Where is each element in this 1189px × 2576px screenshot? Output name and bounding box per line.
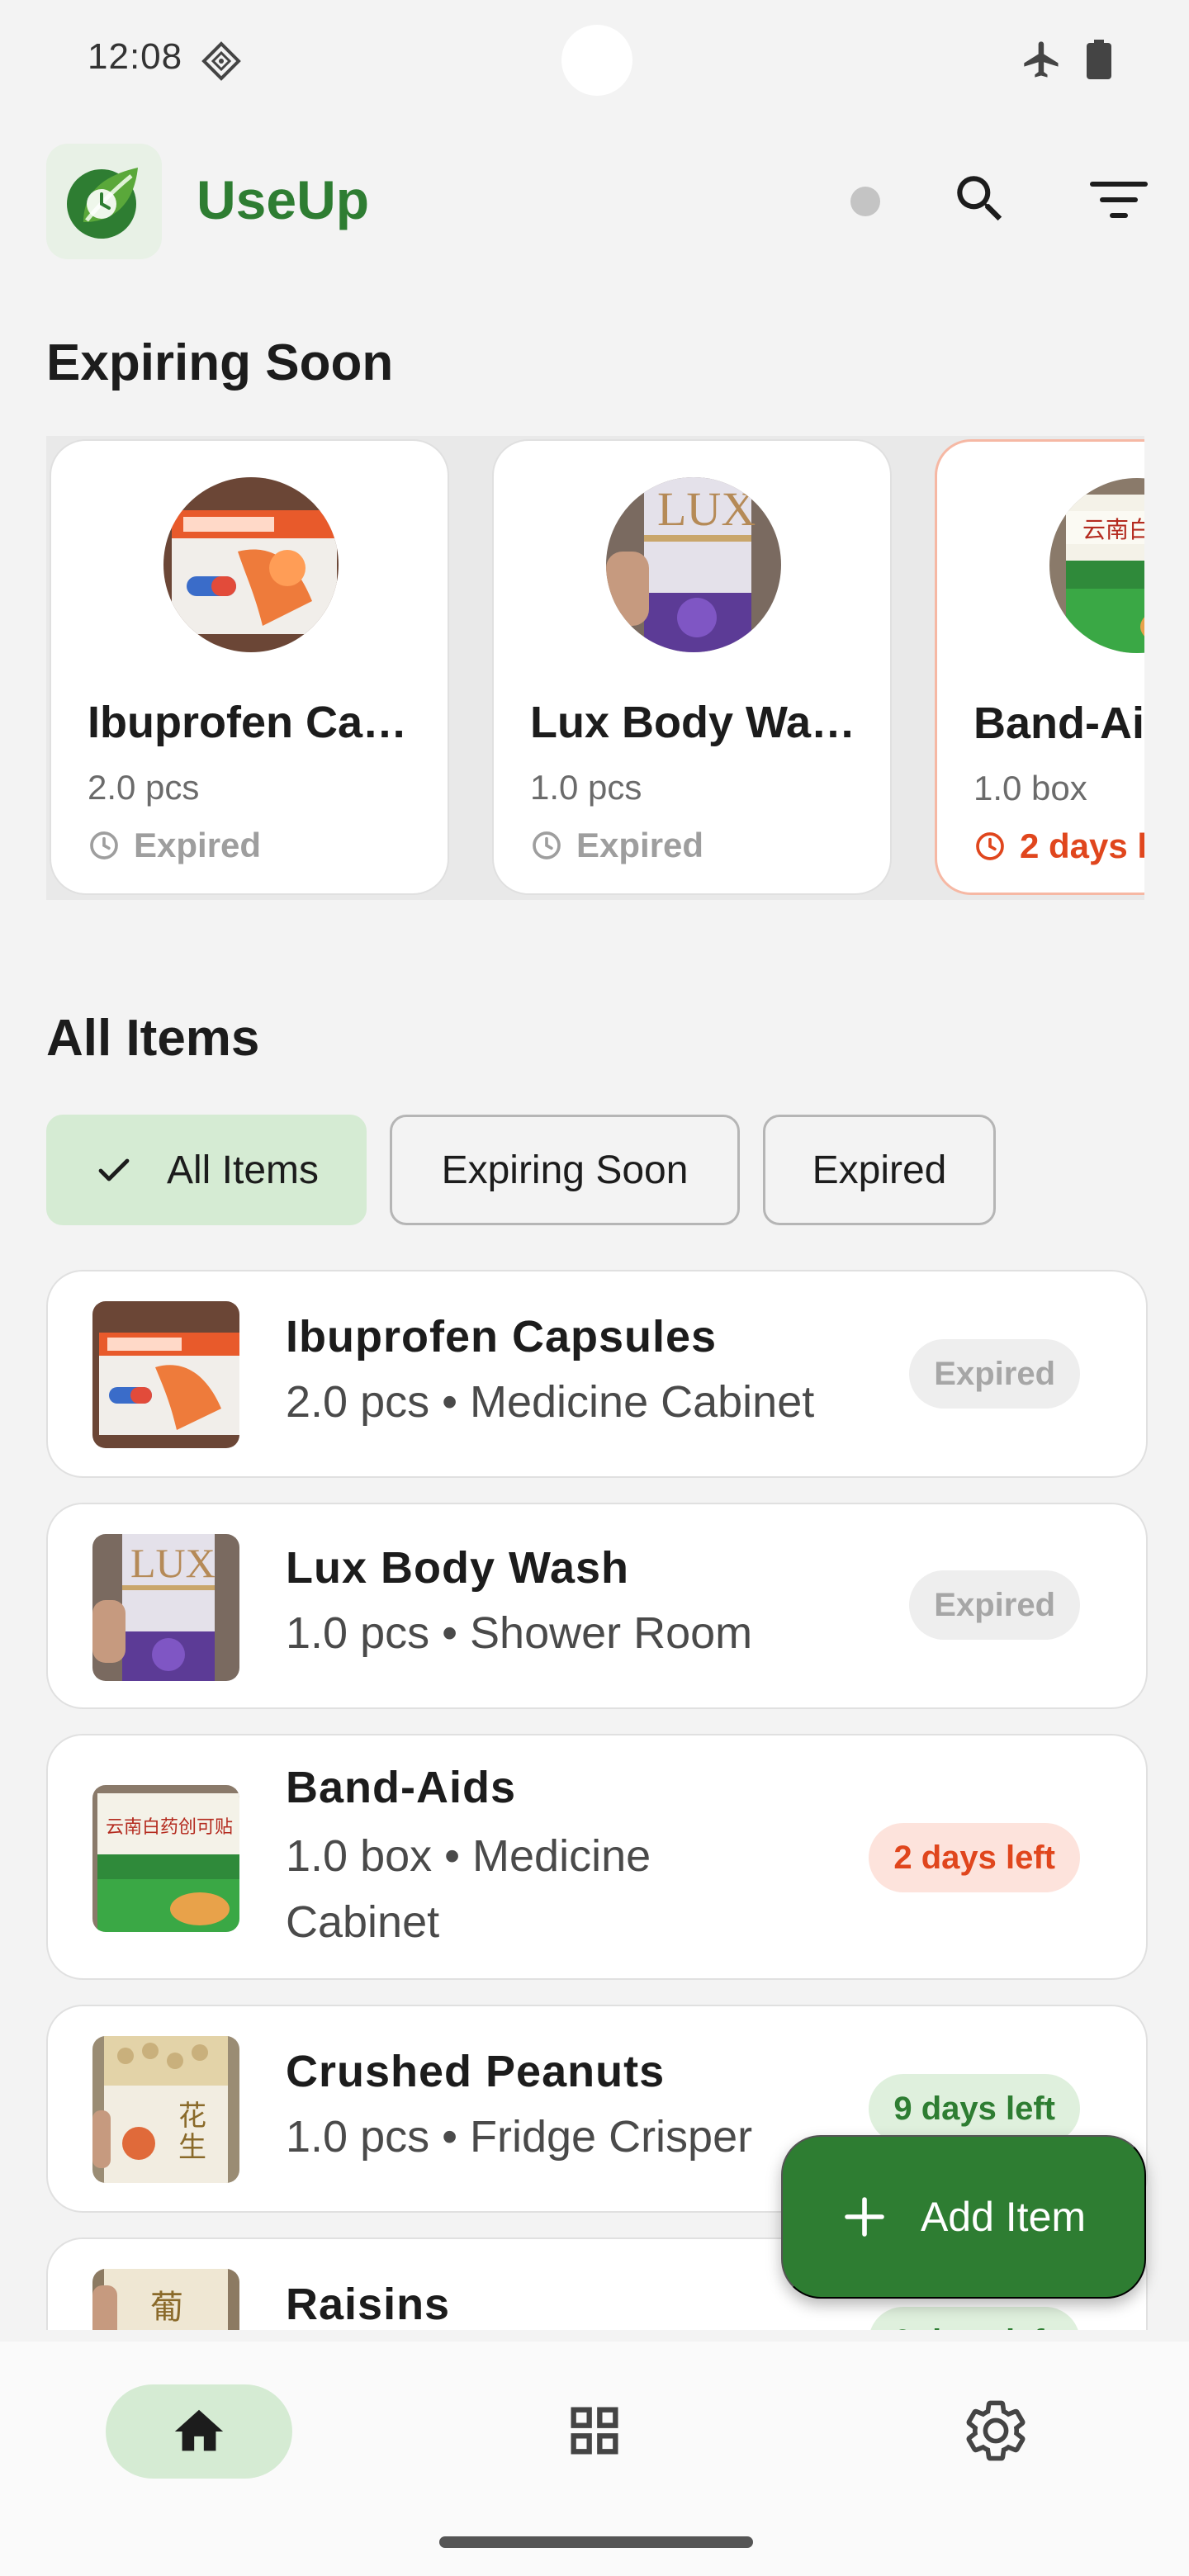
svg-text:生: 生 [178, 2131, 206, 2164]
status-badge: 9 days left [869, 2307, 1080, 2330]
filter-chip-all-items[interactable]: All Items [46, 1115, 367, 1225]
expiring-item-status: 2 days left [973, 826, 1144, 866]
filter-icon[interactable] [1088, 173, 1149, 226]
expiring-card-lux[interactable]: LUX Lux Body Wash 1.0 pcs Expired [492, 439, 892, 895]
search-icon[interactable] [950, 168, 1011, 230]
ibuprofen-thumbnail [163, 477, 339, 652]
svg-text:LUX: LUX [130, 1540, 216, 1586]
grid-icon[interactable] [563, 2399, 626, 2462]
home-icon [174, 2409, 224, 2451]
chip-label: Expiring Soon [441, 1148, 689, 1192]
expiring-item-qty: 1.0 pcs [530, 768, 642, 807]
expiring-item-name: Lux Body Wash [530, 698, 860, 747]
leaf-clock-logo [67, 168, 138, 239]
add-item-label: Add Item [920, 2194, 1087, 2240]
item-thumbnail: 葡 [92, 2269, 239, 2330]
item-name: Band-Aids [286, 1763, 516, 1812]
airplane-icon [1024, 41, 1059, 78]
item-name: Crushed Peanuts [286, 2047, 666, 2096]
expiring-status-label: Expired [576, 826, 704, 864]
expiring-card-ibuprofen[interactable]: Ibuprofen Capsules 2.0 pcs Expired [50, 439, 449, 895]
settings-icon[interactable] [961, 2396, 1030, 2465]
chip-label: All Items [166, 1148, 320, 1192]
all-items-title: All Items [46, 1010, 260, 1067]
svg-text:云南白药创可贴: 云南白药创可贴 [106, 1817, 233, 1838]
expiring-soon-title: Expiring Soon [46, 334, 394, 391]
status-bar: 12:08 [0, 0, 1189, 116]
camera-cutout [561, 25, 632, 96]
app-logo [46, 144, 162, 259]
filter-chip-expired[interactable]: Expired [763, 1115, 996, 1225]
item-thumbnail: LUX [92, 1534, 239, 1681]
clock-icon [90, 831, 118, 859]
svg-text:花: 花 [178, 2100, 206, 2133]
item-detail: 1.0 box • Medicine Cabinet [286, 1831, 651, 1947]
sync-dot-icon [850, 187, 880, 216]
item-detail: 2.0 pcs • Medicine Cabinet [286, 1377, 815, 1427]
status-badge: Expired [909, 1570, 1080, 1640]
svg-text:葡: 葡 [150, 2289, 183, 2327]
status-badge: 9 days left [869, 2074, 1080, 2143]
expiring-item-qty: 1.0 box [973, 769, 1087, 807]
plus-icon [845, 2197, 884, 2237]
bottom-navigation [0, 2342, 1189, 2576]
clock-icon [533, 831, 561, 859]
expiring-status-label: 2 days left [1020, 826, 1144, 865]
expiring-item-status: Expired [88, 826, 261, 865]
expiring-carousel[interactable]: Ibuprofen Capsules 2.0 pcs Expired LUX L… [46, 436, 1144, 900]
lux-thumbnail: LUX [606, 477, 781, 652]
list-item[interactable]: LUX Lux Body Wash 1.0 pcs • Shower Room … [46, 1503, 1148, 1709]
item-thumbnail: 云南白药创可贴 [92, 1785, 239, 1932]
expiring-item-name: Band-Aids [973, 698, 1144, 748]
item-name: Raisins [286, 2280, 451, 2329]
filter-chip-expiring-soon[interactable]: Expiring Soon [390, 1115, 740, 1225]
svg-text:云南白药: 云南白药 [1082, 516, 1144, 543]
app-title: UseUp [197, 169, 370, 230]
list-item[interactable]: 云南白药创可贴 Band-Aids 1.0 box • Medicine Cab… [46, 1734, 1148, 1980]
item-thumbnail: 花 生 [92, 2036, 239, 2183]
battery-icon [1087, 40, 1111, 79]
item-detail: 1.0 pcs • Shower Room [286, 1608, 753, 1658]
item-thumbnail [92, 1301, 239, 1448]
item-name: Lux Body Wash [286, 1543, 630, 1593]
clock-icon [976, 832, 1004, 860]
item-name: Ibuprofen Capsules [286, 1312, 718, 1361]
expiring-card-band-aids[interactable]: 云南白药 Band-Aids 1.0 box 2 days left [935, 439, 1144, 895]
gesture-bar [439, 2536, 753, 2548]
svg-text:LUX: LUX [657, 482, 756, 536]
expiring-item-status: Expired [530, 826, 703, 865]
list-item[interactable]: Ibuprofen Capsules 2.0 pcs • Medicine Ca… [46, 1270, 1148, 1478]
check-icon [98, 1158, 130, 1181]
expiring-status-label: Expired [134, 826, 262, 864]
expiring-item-qty: 2.0 pcs [88, 768, 200, 807]
add-item-button[interactable]: Add Item [781, 2135, 1146, 2299]
diamond-icon [201, 41, 241, 81]
expiring-item-name: Ibuprofen Capsules [88, 698, 418, 747]
item-detail: 1.0 pcs • Fridge Crisper [286, 2112, 753, 2162]
status-badge: Expired [909, 1339, 1080, 1409]
status-time: 12:08 [88, 36, 183, 77]
chip-label: Expired [812, 1148, 947, 1192]
band-aids-thumbnail: 云南白药 [1049, 478, 1144, 653]
status-badge: 2 days left [869, 1823, 1080, 1892]
nav-home[interactable] [106, 2384, 292, 2479]
